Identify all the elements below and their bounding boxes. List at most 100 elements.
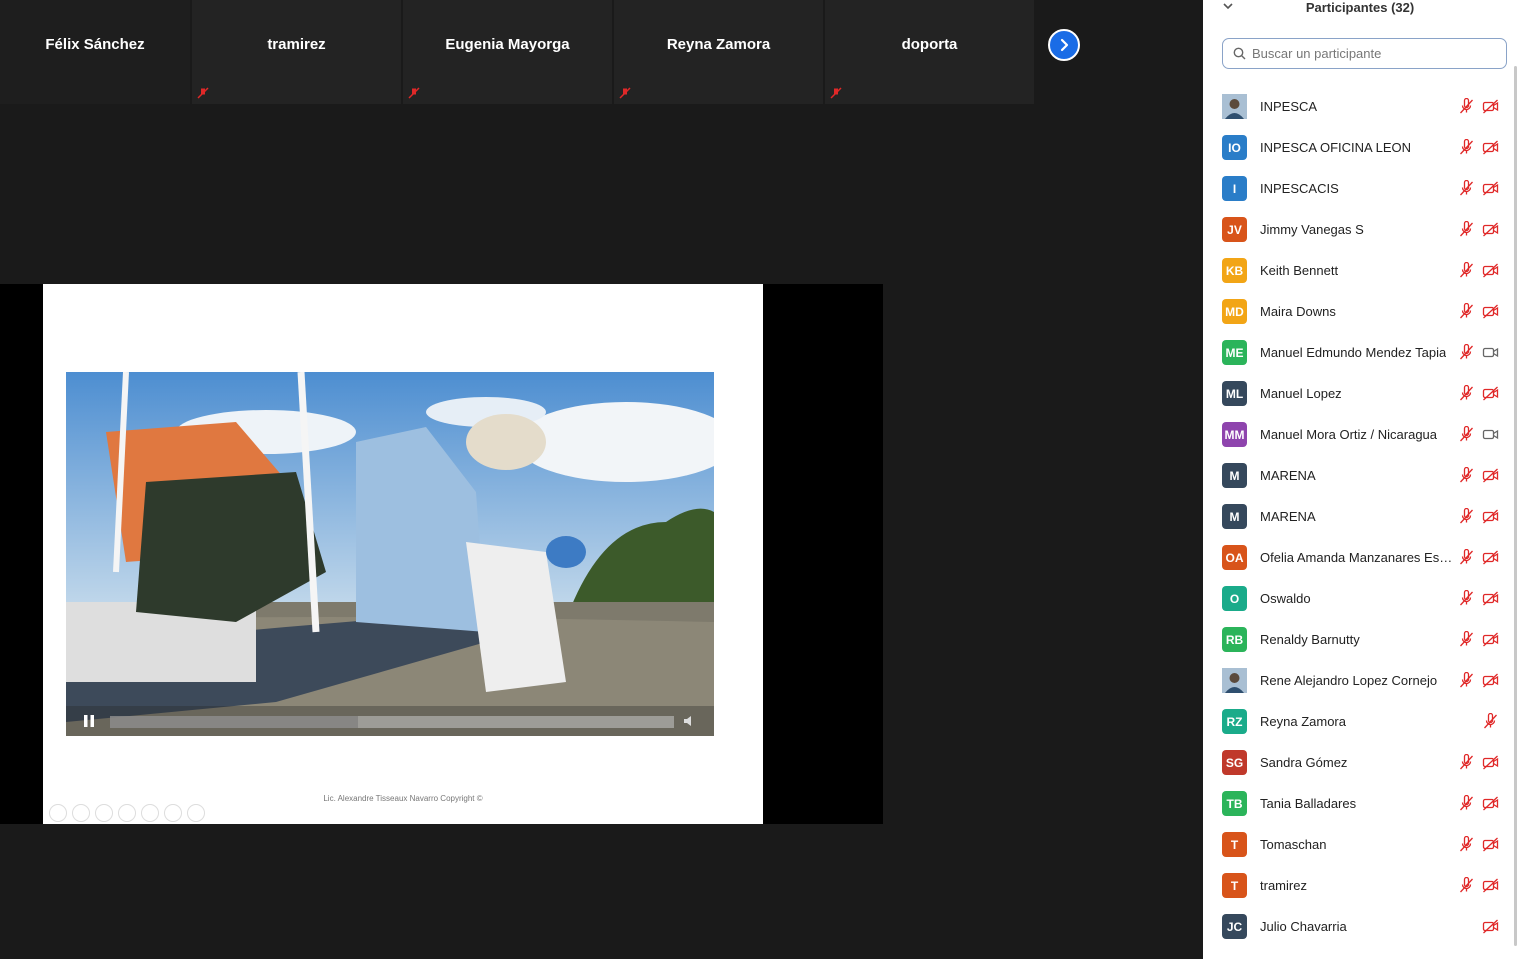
camera-off-icon[interactable] [1482, 139, 1499, 156]
avatar [1222, 668, 1247, 693]
mic-muted-icon[interactable] [1458, 98, 1475, 115]
participant-row[interactable]: ML Manuel Lopez [1203, 373, 1511, 414]
camera-off-icon[interactable] [1482, 180, 1499, 197]
camera-off-icon[interactable] [1482, 672, 1499, 689]
mic-muted-icon[interactable] [1458, 508, 1475, 525]
camera-on-icon[interactable] [1482, 344, 1499, 361]
next-slide-icon[interactable] [72, 804, 90, 822]
video-tile[interactable]: Félix Sánchez [0, 0, 190, 104]
camera-off-icon[interactable] [1482, 918, 1499, 935]
zoom-icon[interactable] [141, 804, 159, 822]
previous-slide-icon[interactable] [49, 804, 67, 822]
camera-off-icon[interactable] [1482, 98, 1499, 115]
mic-muted-icon[interactable] [1458, 426, 1475, 443]
subtitles-icon[interactable] [164, 804, 182, 822]
avatar: SG [1222, 750, 1247, 775]
mic-muted-icon[interactable] [1458, 549, 1475, 566]
pause-icon[interactable] [82, 714, 96, 728]
participant-row[interactable]: KB Keith Bennett [1203, 250, 1511, 291]
camera-off-icon[interactable] [1482, 877, 1499, 894]
camera-off-icon[interactable] [1482, 631, 1499, 648]
avatar: JV [1222, 217, 1247, 242]
mic-muted-icon[interactable] [1458, 221, 1475, 238]
participant-row[interactable]: MD Maira Downs [1203, 291, 1511, 332]
participant-name: INPESCA [1260, 99, 1318, 114]
participant-row[interactable]: SG Sandra Gómez [1203, 742, 1511, 783]
slides-grid-icon[interactable] [118, 804, 136, 822]
mic-muted-icon[interactable] [1458, 795, 1475, 812]
volume-icon[interactable] [682, 714, 696, 728]
camera-off-icon[interactable] [1482, 754, 1499, 771]
more-options-icon[interactable] [187, 804, 205, 822]
zoom-meeting-window: Félix Sánchez tramirez Eugenia Mayorga R… [0, 0, 1517, 959]
avatar: M [1222, 463, 1247, 488]
mic-muted-icon[interactable] [1458, 590, 1475, 607]
avatar: M [1222, 504, 1247, 529]
camera-off-icon[interactable] [1482, 467, 1499, 484]
mic-muted-icon[interactable] [1482, 713, 1499, 730]
camera-off-icon[interactable] [1482, 303, 1499, 320]
participant-row[interactable]: ME Manuel Edmundo Mendez Tapia [1203, 332, 1511, 373]
participant-row[interactable]: MM Manuel Mora Ortiz / Nicaragua [1203, 414, 1511, 455]
avatar: MM [1222, 422, 1247, 447]
mic-muted-icon[interactable] [1458, 877, 1475, 894]
next-page-button[interactable] [1048, 29, 1080, 61]
participant-row[interactable]: RZ Reyna Zamora [1203, 701, 1511, 742]
video-tile[interactable]: Eugenia Mayorga [403, 0, 612, 104]
camera-on-icon[interactable] [1482, 426, 1499, 443]
mic-muted-icon[interactable] [1458, 180, 1475, 197]
camera-off-icon[interactable] [1482, 262, 1499, 279]
mic-muted-icon[interactable] [1458, 139, 1475, 156]
camera-off-icon[interactable] [1482, 508, 1499, 525]
camera-off-icon[interactable] [1482, 221, 1499, 238]
mic-muted-icon[interactable] [1458, 672, 1475, 689]
participant-search[interactable] [1222, 38, 1507, 69]
mic-muted-icon[interactable] [1458, 344, 1475, 361]
mic-muted-icon[interactable] [1458, 467, 1475, 484]
video-tile[interactable]: Reyna Zamora [614, 0, 823, 104]
participant-row[interactable]: JC Julio Chavarria [1203, 906, 1511, 947]
participant-row[interactable]: T Tomaschan [1203, 824, 1511, 865]
avatar: RB [1222, 627, 1247, 652]
camera-off-icon[interactable] [1482, 795, 1499, 812]
participant-row[interactable]: O Oswaldo [1203, 578, 1511, 619]
mic-muted-icon[interactable] [1458, 303, 1475, 320]
video-progress-bar[interactable] [110, 716, 674, 728]
camera-off-icon[interactable] [1482, 590, 1499, 607]
participant-name: Keith Bennett [1260, 263, 1339, 278]
participant-name: Rene Alejandro Lopez Cornejo [1260, 673, 1438, 688]
avatar: IO [1222, 135, 1247, 160]
video-tile[interactable]: tramirez [192, 0, 401, 104]
mic-muted-icon[interactable] [1458, 631, 1475, 648]
participant-row[interactable]: M MARENA [1203, 496, 1511, 537]
panel-header: Participantes (32) [1203, 0, 1517, 32]
mic-muted-icon [197, 87, 209, 99]
participant-row[interactable]: JV Jimmy Vanegas S [1203, 209, 1511, 250]
participant-name: Jimmy Vanegas S [1260, 222, 1364, 237]
participant-row[interactable]: TB Tania Balladares [1203, 783, 1511, 824]
video-tile[interactable]: doporta [825, 0, 1034, 104]
mic-muted-icon[interactable] [1458, 836, 1475, 853]
mic-muted-icon[interactable] [1458, 385, 1475, 402]
camera-off-icon[interactable] [1482, 549, 1499, 566]
participant-row[interactable]: OA Ofelia Amanda Manzanares Esp... [1203, 537, 1511, 578]
mic-muted-icon[interactable] [1458, 262, 1475, 279]
participant-row[interactable]: RB Renaldy Barnutty [1203, 619, 1511, 660]
avatar: OA [1222, 545, 1247, 570]
participant-row[interactable]: IO INPESCA OFICINA LEON [1203, 127, 1511, 168]
gallery-strip: Félix Sánchez tramirez Eugenia Mayorga R… [0, 0, 1034, 104]
participant-row[interactable]: INPESCA [1203, 86, 1511, 127]
slide-video[interactable] [66, 372, 714, 736]
mic-muted-icon[interactable] [1458, 754, 1475, 771]
avatar: KB [1222, 258, 1247, 283]
pen-icon[interactable] [95, 804, 113, 822]
search-input[interactable] [1252, 46, 1492, 61]
participant-row[interactable]: Rene Alejandro Lopez Cornejo [1203, 660, 1511, 701]
camera-off-icon[interactable] [1482, 836, 1499, 853]
slide-credit: Lic. Alexandre Tisseaux Navarro Copyrigh… [323, 794, 483, 803]
participant-row[interactable]: M MARENA [1203, 455, 1511, 496]
camera-off-icon[interactable] [1482, 385, 1499, 402]
participant-row[interactable]: Ttramirez [1203, 865, 1511, 906]
avatar: ME [1222, 340, 1247, 365]
participant-row[interactable]: I INPESCACIS [1203, 168, 1511, 209]
